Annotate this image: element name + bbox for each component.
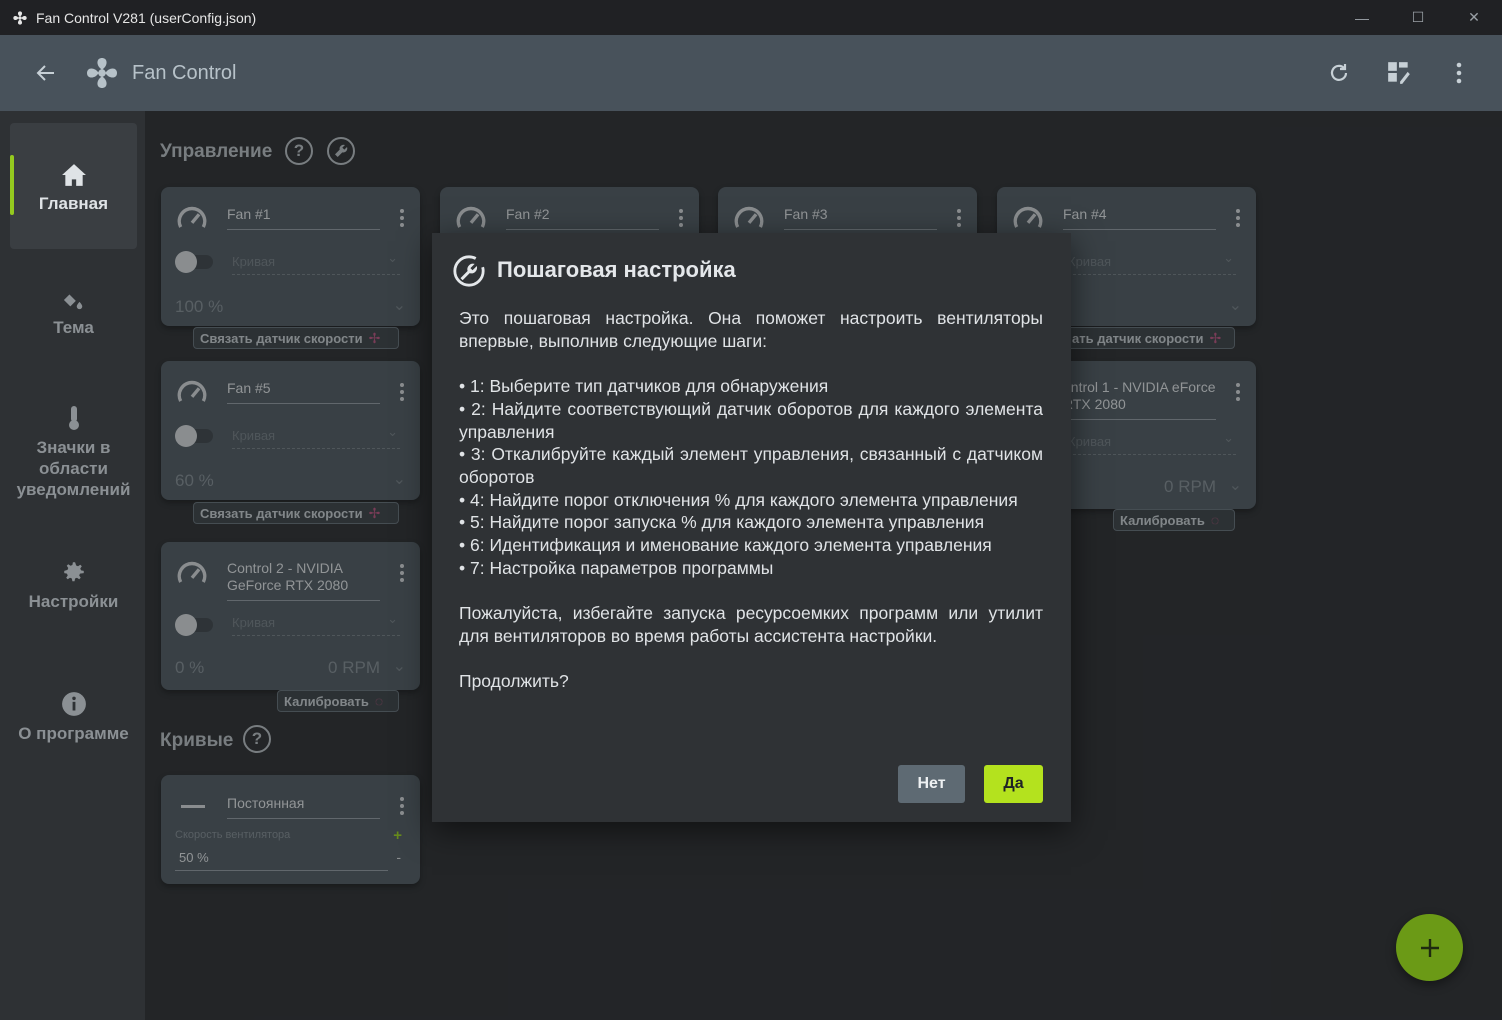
step-item: • 3: Откалибруйте каждый элемент управле… <box>459 444 1043 487</box>
dialog-warning: Пожалуйста, избегайте запуска ресурсоемк… <box>459 603 1043 646</box>
window-title: Fan Control V281 (userConfig.json) <box>36 9 257 26</box>
close-icon[interactable]: ✕ <box>1446 0 1502 35</box>
sidebar-item-label: Тема <box>53 318 94 337</box>
home-icon <box>61 164 86 186</box>
sidebar-item-label: О программе <box>18 724 129 743</box>
sidebar-item-label: Главная <box>38 194 109 213</box>
gear-icon <box>63 562 84 582</box>
fan-logo-icon <box>87 58 117 88</box>
step-item: • 2: Найдите соответствующий датчик обор… <box>459 398 1043 442</box>
sidebar-item-label: Значки в области уведомлений <box>16 438 131 499</box>
step-item: • 4: Найдите порог отключения % для кажд… <box>459 489 1018 510</box>
refresh-icon[interactable] <box>1324 58 1354 88</box>
dialog-intro: Это пошаговая настройка. Она поможет нас… <box>459 308 1043 351</box>
sidebar-item-home[interactable]: Главная <box>10 123 137 249</box>
app-header: Fan Control <box>0 35 1502 111</box>
thermometer-icon <box>68 406 79 430</box>
dialog-question: Продолжить? <box>459 671 569 692</box>
sidebar-item-label: Настройки <box>28 592 119 611</box>
wizard-wrench-icon <box>453 255 485 287</box>
no-button[interactable]: Нет <box>898 765 965 803</box>
setup-wizard-dialog: Пошаговая настройка Это пошаговая настро… <box>432 233 1071 822</box>
paint-bucket-icon <box>63 292 82 310</box>
sidebar-item-settings[interactable]: Настройки <box>10 559 137 639</box>
dialog-body: Это пошаговая настройка. Она поможет нас… <box>459 307 1043 716</box>
yes-button[interactable]: Да <box>984 765 1043 803</box>
sidebar-item-tray-icons[interactable]: Значки в области уведомлений <box>10 405 137 515</box>
more-vert-icon[interactable] <box>1444 58 1474 88</box>
maximize-icon[interactable]: ☐ <box>1390 0 1446 35</box>
step-item: • 7: Настройка параметров программы <box>459 557 774 578</box>
dialog-title: Пошаговая настройка <box>497 257 736 282</box>
title-bar: Fan Control V281 (userConfig.json) — ☐ ✕ <box>0 0 1502 35</box>
step-item: • 5: Найдите порог запуска % для каждого… <box>459 512 985 533</box>
plus-icon <box>1420 938 1439 957</box>
app-name: Fan Control <box>132 61 237 84</box>
fan-app-icon <box>13 10 27 25</box>
sidebar-item-theme[interactable]: Тема <box>10 289 137 369</box>
step-item: • 1: Выберите тип датчиков для обнаружен… <box>459 376 829 397</box>
add-fab-button[interactable] <box>1396 914 1463 981</box>
minimize-icon[interactable]: — <box>1334 0 1390 35</box>
back-arrow-icon[interactable] <box>32 59 60 87</box>
dashboard-icon[interactable] <box>1384 58 1414 88</box>
step-item: • 6: Идентификация и именование каждого … <box>459 535 992 556</box>
sidebar: Главная Тема Значки в области уведомлени… <box>0 111 145 1020</box>
sidebar-item-about[interactable]: О программе <box>10 691 137 771</box>
info-icon <box>61 692 86 716</box>
